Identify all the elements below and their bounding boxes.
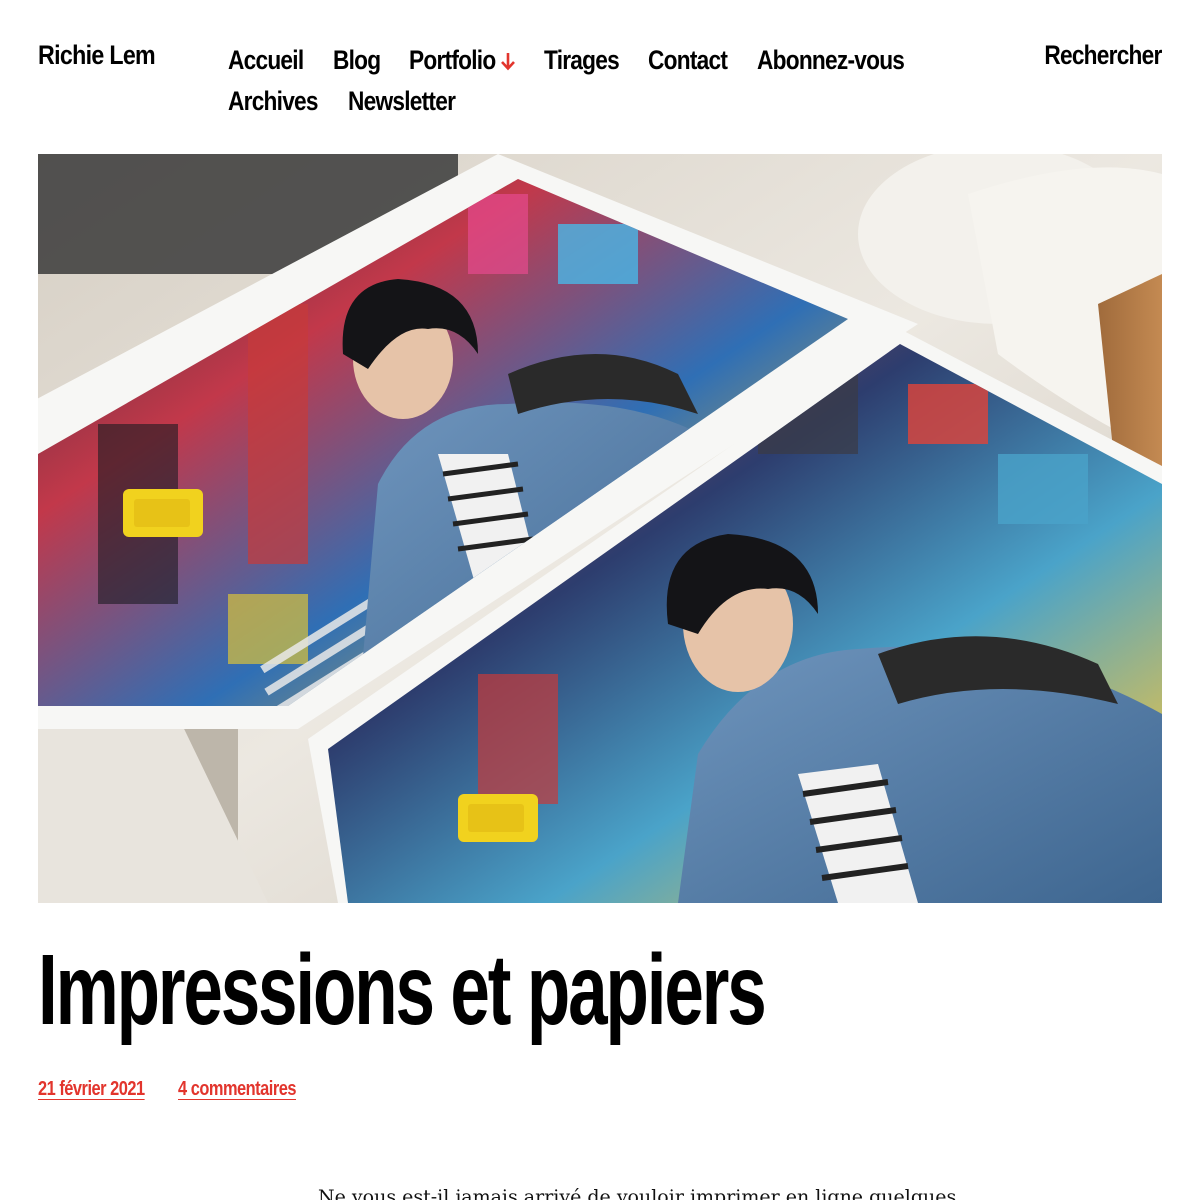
nav-item-accueil: Accueil [228, 40, 305, 81]
post-meta: 21 février 2021 4 commentaires [38, 1078, 322, 1101]
nav-link-newsletter[interactable]: Newsletter [348, 86, 456, 117]
nav-item-archives: Archives [228, 81, 320, 122]
post-comments-link[interactable]: 4 commentaires [178, 1078, 296, 1101]
featured-image [38, 154, 1162, 903]
post-title: Impressions et papiers [38, 934, 767, 1046]
arrow-down-icon[interactable] [500, 50, 516, 72]
nav-link-contact[interactable]: Contact [648, 45, 728, 76]
nav-item-tirages: Tirages [544, 40, 620, 81]
nav-item-portfolio: Portfolio [409, 40, 516, 81]
search-button[interactable]: Rechercher [1045, 40, 1163, 71]
nav-link-archives[interactable]: Archives [228, 86, 319, 117]
nav-item-abonnez-vous: Abonnez-vous [757, 40, 905, 81]
nav-link-portfolio[interactable]: Portfolio [409, 45, 496, 76]
featured-photo [38, 154, 1162, 903]
nav-item-blog: Blog [333, 40, 381, 81]
post-body-text: Ne vous est-il jamais arrivé de vouloir … [318, 1186, 957, 1200]
nav-link-accueil[interactable]: Accueil [228, 45, 304, 76]
post-date-link[interactable]: 21 février 2021 [38, 1078, 153, 1101]
primary-navigation: Accueil Blog Portfolio Tirages Contact A… [228, 40, 988, 122]
nav-link-tirages[interactable]: Tirages [544, 45, 620, 76]
nav-item-newsletter: Newsletter [348, 81, 456, 122]
nav-menu: Accueil Blog Portfolio Tirages Contact A… [228, 40, 988, 122]
nav-link-abonnez-vous[interactable]: Abonnez-vous [757, 45, 905, 76]
nav-link-blog[interactable]: Blog [333, 45, 381, 76]
site-title[interactable]: Richie Lem [38, 40, 156, 71]
nav-item-contact: Contact [648, 40, 728, 81]
